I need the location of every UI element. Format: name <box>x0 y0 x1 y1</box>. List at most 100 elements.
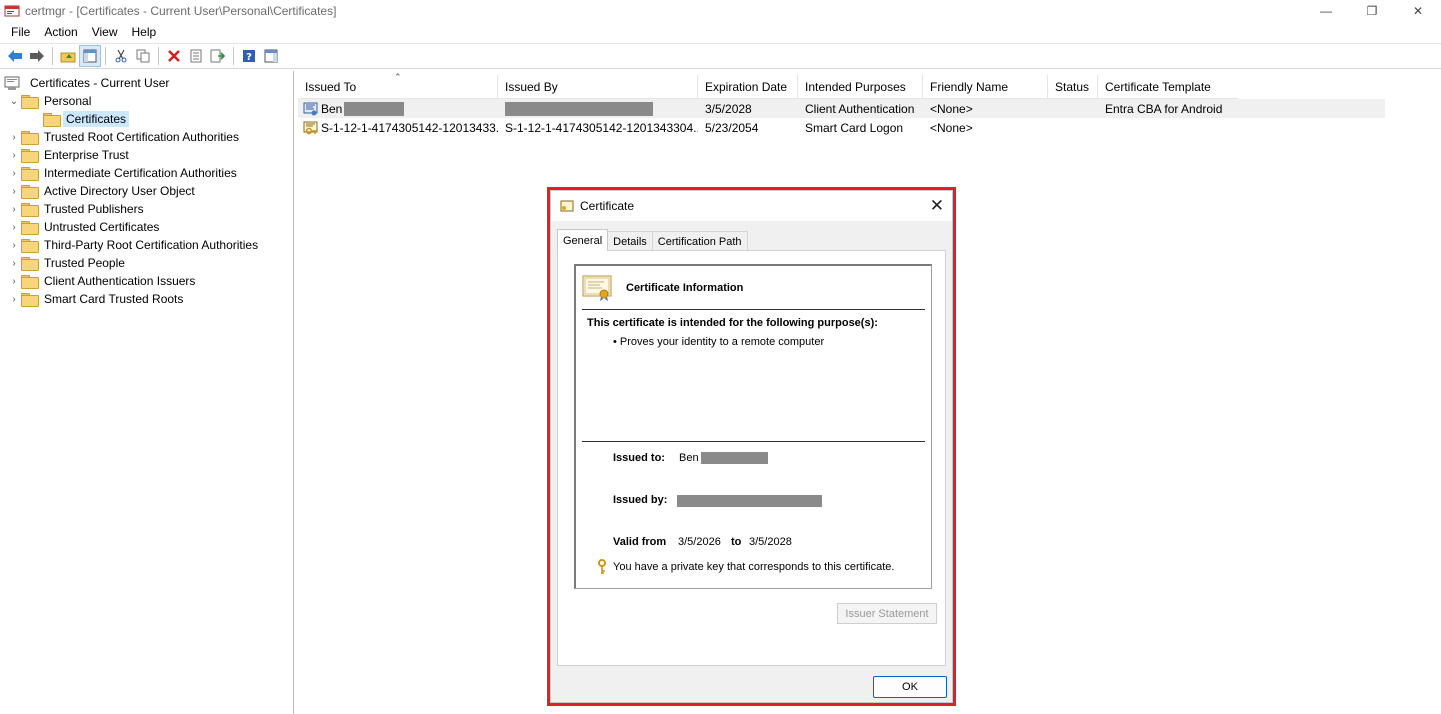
table-row[interactable]: S-1-12-1-4174305142-12013433... S-1-12-1… <box>298 118 1238 137</box>
export-icon[interactable] <box>207 45 229 67</box>
valid-to-value: 3/5/2028 <box>749 536 792 548</box>
folder-icon <box>43 113 61 127</box>
toolbar-separator <box>52 47 53 65</box>
cut-icon[interactable] <box>110 45 132 67</box>
tab-details[interactable]: Details <box>607 231 653 251</box>
folder-icon <box>21 257 39 271</box>
title-bar: certmgr - [Certificates - Current User\P… <box>0 0 1441 22</box>
tab-general[interactable]: General <box>557 229 609 251</box>
certificate-icon <box>303 101 319 117</box>
menu-help[interactable]: Help <box>125 25 164 39</box>
tree-item-store[interactable]: › Third-Party Root Certification Authorit… <box>0 236 293 254</box>
menu-bar: File Action View Help <box>0 22 1441 42</box>
chevron-right-icon[interactable]: › <box>7 164 21 182</box>
column-issued-to[interactable]: ⌃ Issued To <box>298 72 498 99</box>
tree-item-store[interactable]: › Untrusted Certificates <box>0 218 293 236</box>
minimize-button[interactable]: — <box>1303 0 1349 22</box>
certificate-store-icon <box>4 75 22 91</box>
tree-item-personal[interactable]: ⌄ Personal <box>0 92 293 110</box>
certificate-info-title: Certificate Information <box>626 282 744 294</box>
friendly-name-value: <None> <box>930 101 973 116</box>
issued-to-label: Issued to: <box>613 452 665 464</box>
purpose-item: • Proves your identity to a remote compu… <box>613 336 825 348</box>
purposes-value: Client Authentication <box>805 101 915 116</box>
tree-item-label: Third-Party Root Certification Authoriti… <box>44 238 259 252</box>
chevron-right-icon[interactable]: › <box>7 236 21 254</box>
help-icon[interactable]: ? <box>238 45 260 67</box>
tree-item-label: Personal <box>44 94 92 108</box>
purposes-value: Smart Card Logon <box>805 120 904 135</box>
tree-item-store[interactable]: › Smart Card Trusted Roots <box>0 290 293 308</box>
close-window-button[interactable]: ✕ <box>1395 0 1441 22</box>
folder-icon <box>21 239 39 253</box>
ok-button[interactable]: OK <box>873 676 947 698</box>
tree-item-certificates[interactable]: Certificates <box>0 110 293 128</box>
column-certificate-template[interactable]: Certificate Template <box>1098 75 1238 99</box>
delete-icon[interactable] <box>163 45 185 67</box>
menu-file[interactable]: File <box>4 25 37 39</box>
tree-root[interactable]: Certificates - Current User <box>0 74 293 92</box>
show-action-pane-icon[interactable] <box>260 45 282 67</box>
tree-item-store[interactable]: › Trusted Publishers <box>0 200 293 218</box>
chevron-down-icon[interactable]: ⌄ <box>7 92 21 110</box>
purpose-heading: This certificate is intended for the fol… <box>587 317 878 329</box>
restore-button[interactable]: ❐ <box>1349 0 1395 22</box>
folder-icon <box>21 167 39 181</box>
tree-item-store[interactable]: › Enterprise Trust <box>0 146 293 164</box>
chevron-right-icon[interactable]: › <box>7 200 21 218</box>
chevron-right-icon[interactable]: › <box>7 128 21 146</box>
tree-item-store[interactable]: › Intermediate Certification Authorities <box>0 164 293 182</box>
column-label: Issued By <box>505 80 558 94</box>
chevron-right-icon[interactable]: › <box>7 254 21 272</box>
forward-icon[interactable] <box>26 45 48 67</box>
toolbar-separator <box>105 47 106 65</box>
window-title: certmgr - [Certificates - Current User\P… <box>25 4 337 18</box>
tab-certification-path[interactable]: Certification Path <box>651 231 748 251</box>
menu-action[interactable]: Action <box>37 25 84 39</box>
column-label: Intended Purposes <box>805 80 906 94</box>
copy-icon[interactable] <box>132 45 154 67</box>
dialog-title: Certificate <box>580 199 635 213</box>
dialog-title-bar: Certificate ✕ <box>551 191 952 221</box>
toolbar-separator <box>158 47 159 65</box>
column-label: Certificate Template <box>1105 80 1211 94</box>
column-status[interactable]: Status <box>1048 75 1098 99</box>
redacted-block <box>344 101 405 116</box>
properties-icon[interactable] <box>185 45 207 67</box>
column-label: Expiration Date <box>705 80 788 94</box>
column-label: Friendly Name <box>930 80 1009 94</box>
chevron-right-icon[interactable]: › <box>7 218 21 236</box>
valid-from-label: Valid from <box>613 536 667 548</box>
redacted-block <box>700 452 768 464</box>
column-intended-purposes[interactable]: Intended Purposes <box>798 75 923 99</box>
chevron-right-icon[interactable]: › <box>7 182 21 200</box>
table-row[interactable]: Ben 3/5/2028 Client Authentication <None… <box>298 99 1385 118</box>
show-hide-tree-icon[interactable] <box>79 45 101 67</box>
expiration-value: 3/5/2028 <box>705 101 752 116</box>
svg-text:?: ? <box>246 52 252 63</box>
chevron-right-icon[interactable]: › <box>7 146 21 164</box>
key-icon <box>596 559 608 575</box>
chevron-right-icon[interactable]: › <box>7 272 21 290</box>
issuer-statement-button[interactable]: Issuer Statement <box>837 603 937 624</box>
issued-to-value: Ben <box>679 452 699 464</box>
folder-icon <box>21 293 39 307</box>
chevron-right-icon[interactable]: › <box>7 290 21 308</box>
general-tab-panel: Certificate Information This certificate… <box>557 250 946 666</box>
dialog-close-icon[interactable]: ✕ <box>930 197 944 214</box>
column-expiration-date[interactable]: Expiration Date <box>698 75 798 99</box>
tree-item-label: Certificates <box>63 111 130 127</box>
column-issued-by[interactable]: Issued By <box>498 75 698 99</box>
tree-item-label: Trusted People <box>44 256 125 270</box>
tree-item-store[interactable]: › Trusted People <box>0 254 293 272</box>
back-icon[interactable] <box>4 45 26 67</box>
up-folder-icon[interactable] <box>57 45 79 67</box>
tree-item-label: Trusted Publishers <box>44 202 144 216</box>
tree-item-store[interactable]: › Active Directory User Object <box>0 182 293 200</box>
column-friendly-name[interactable]: Friendly Name <box>923 75 1048 99</box>
tree-item-store[interactable]: › Trusted Root Certification Authorities <box>0 128 293 146</box>
tree-item-store[interactable]: › Client Authentication Issuers <box>0 272 293 290</box>
issued-by-label: Issued by: <box>613 494 668 506</box>
divider <box>582 309 925 310</box>
menu-view[interactable]: View <box>85 25 125 39</box>
